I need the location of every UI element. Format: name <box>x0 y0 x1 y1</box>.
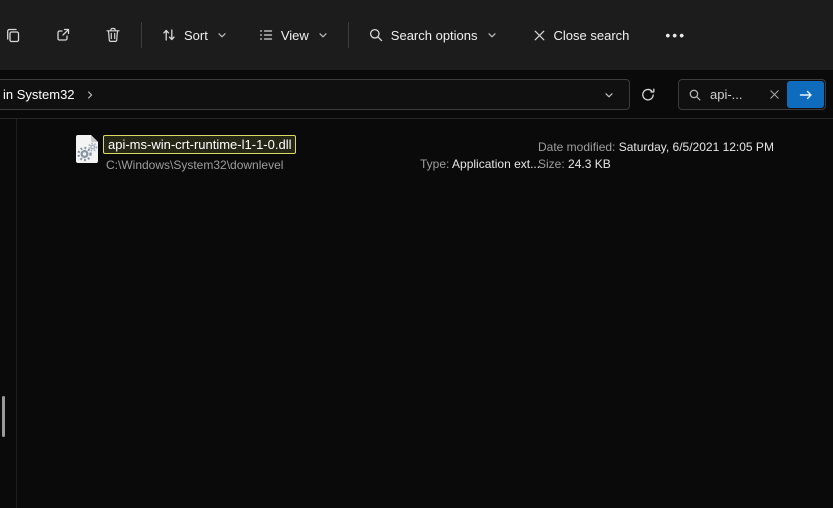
chevron-right-icon[interactable] <box>84 89 96 101</box>
sort-arrows-icon <box>161 27 177 43</box>
search-options-label: Search options <box>390 27 478 43</box>
share-icon <box>54 26 72 44</box>
view-button[interactable]: View <box>248 18 339 52</box>
copy-button[interactable] <box>0 17 32 53</box>
size-line: Size: 24.3 KB <box>538 156 774 173</box>
file-path: C:\Windows\System32\downlevel <box>106 158 284 172</box>
refresh-icon <box>640 87 656 103</box>
close-search-button[interactable]: Close search <box>522 19 640 52</box>
breadcrumb-label: in System32 <box>3 87 75 102</box>
type-label: Type: <box>420 157 450 171</box>
chevron-down-icon <box>486 29 498 41</box>
date-modified-line: Date modified: Saturday, 6/5/2021 12:05 … <box>538 139 774 156</box>
search-query-text: api-... <box>710 87 743 102</box>
dll-file-icon <box>74 133 100 165</box>
date-modified-value: Saturday, 6/5/2021 12:05 PM <box>618 140 774 154</box>
toolbar-divider <box>141 22 142 48</box>
see-more-button[interactable]: ••• <box>655 18 696 52</box>
go-arrow-icon <box>799 90 812 99</box>
delete-button[interactable] <box>94 17 132 53</box>
chevron-down-icon <box>317 29 329 41</box>
address-dropdown-button[interactable] <box>597 85 621 105</box>
chevron-down-icon <box>605 92 613 97</box>
command-toolbar: Sort View Search options Close search ••… <box>0 0 833 70</box>
view-label: View <box>280 27 309 43</box>
pane-separator <box>16 119 17 508</box>
search-icon <box>688 88 702 102</box>
toolbar-divider <box>347 22 349 48</box>
share-button[interactable] <box>44 17 82 53</box>
search-input[interactable]: api-... <box>678 79 826 110</box>
copy-icon <box>4 26 22 44</box>
view-list-icon <box>258 27 274 43</box>
file-name-highlighted: api-ms-win-crt-runtime-l1-1-0.dll <box>103 135 297 154</box>
search-result-row[interactable]: api-ms-win-crt-runtime-l1-1-0.dll C:\Win… <box>0 128 833 174</box>
left-scrollbar-thumb[interactable] <box>2 396 5 437</box>
file-details-column: Date modified: Saturday, 6/5/2021 12:05 … <box>538 139 774 173</box>
search-options-button[interactable]: Search options <box>358 18 508 52</box>
date-modified-label: Date modified: <box>538 140 616 154</box>
size-label: Size: <box>538 157 565 171</box>
search-icon <box>368 27 384 43</box>
file-type-column: Type: Application ext... <box>420 157 540 171</box>
size-value: 24.3 KB <box>568 157 611 171</box>
chevron-down-icon <box>216 29 228 41</box>
sort-button[interactable]: Sort <box>151 18 238 52</box>
search-submit-button[interactable] <box>787 81 824 108</box>
close-icon <box>532 28 547 43</box>
clear-search-button[interactable] <box>765 85 784 104</box>
close-icon <box>770 90 779 99</box>
content-separator <box>0 118 833 119</box>
refresh-button[interactable] <box>636 83 660 107</box>
address-bar[interactable]: in System32 <box>0 79 630 110</box>
breadcrumb[interactable]: in System32 <box>3 87 96 102</box>
close-search-label: Close search <box>553 27 630 43</box>
sort-label: Sort <box>184 27 208 43</box>
see-more-dots: ••• <box>665 27 687 43</box>
delete-icon <box>104 26 122 44</box>
type-value: Application ext... <box>452 157 541 171</box>
